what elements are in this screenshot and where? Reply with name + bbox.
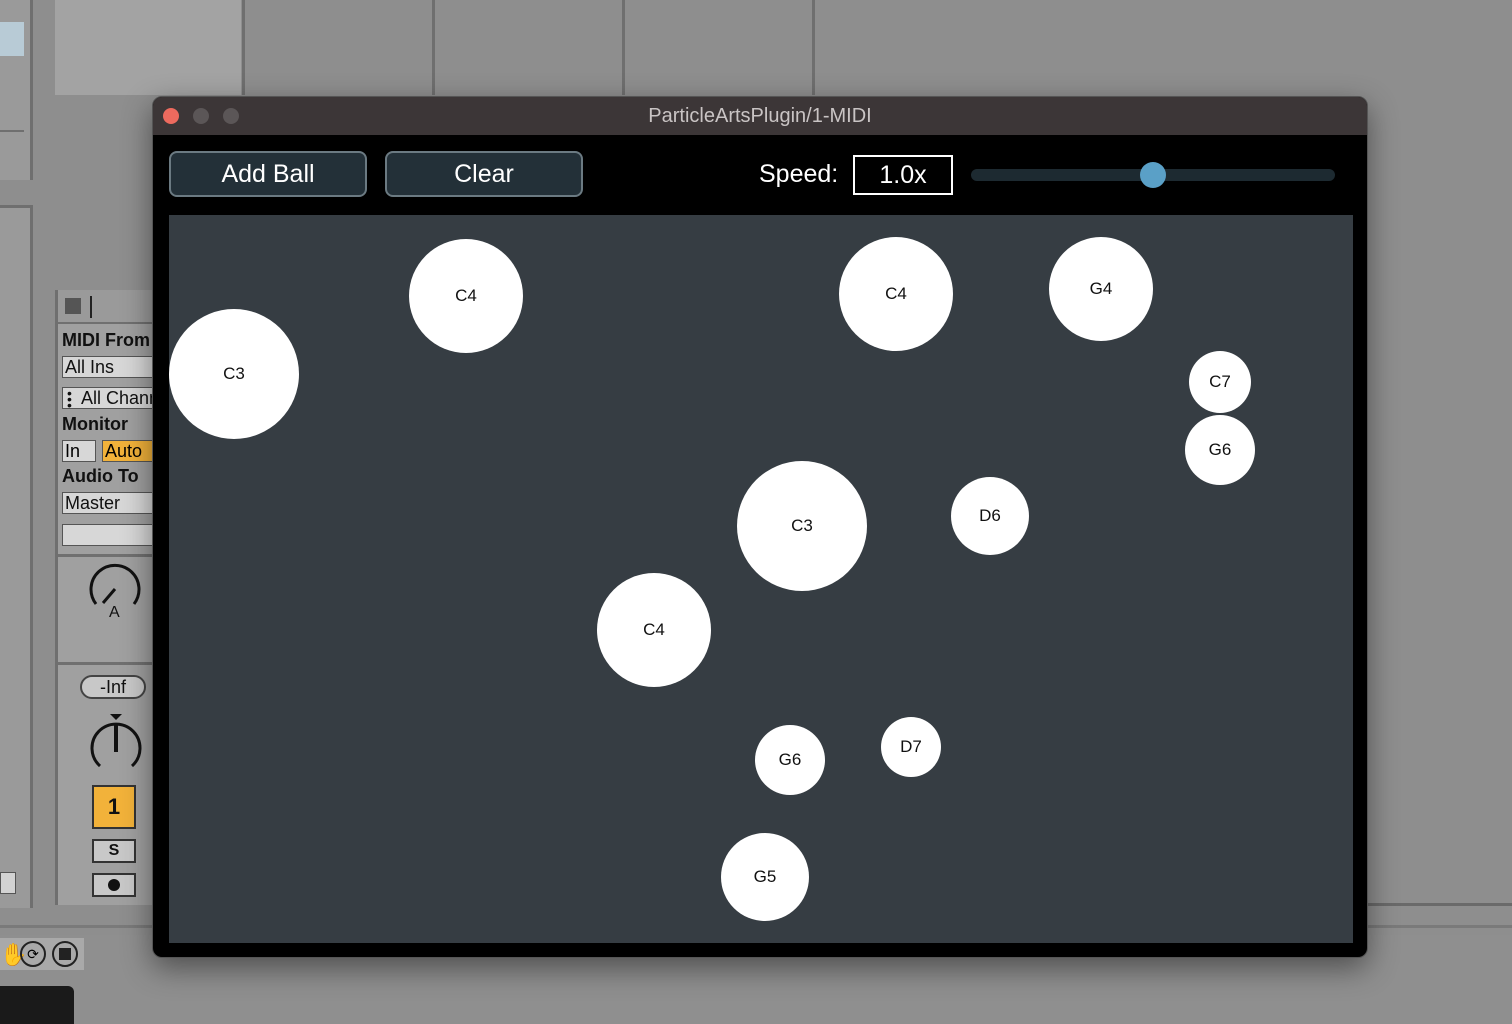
ball-note-label: G5 [753, 867, 777, 886]
divider [58, 554, 154, 557]
ball-note-label: C4 [455, 286, 477, 305]
record-arm-icon [108, 879, 120, 891]
volume-knob-icon[interactable] [86, 712, 146, 776]
ball[interactable]: D7 [881, 717, 941, 777]
audio-to-select[interactable]: Master [62, 492, 154, 514]
volume-readout[interactable]: -Inf [80, 675, 146, 699]
track-header [58, 290, 154, 324]
ball[interactable]: C4 [409, 239, 523, 353]
left-edge-box[interactable] [0, 872, 16, 894]
midi-from-select[interactable]: All Ins [62, 356, 154, 378]
status-icons: ✋ ⟳ [0, 938, 84, 970]
bottom-panel [0, 986, 74, 1024]
window-titlebar[interactable]: ParticleArtsPlugin/1-MIDI [153, 97, 1367, 135]
left-panel-lower [0, 205, 33, 908]
plugin-window: ParticleArtsPlugin/1-MIDI Add Ball Clear… [152, 96, 1368, 958]
left-browser-panel [0, 0, 33, 180]
monitor-label: Monitor [62, 414, 128, 434]
ball[interactable]: D6 [951, 477, 1029, 555]
channel-select[interactable]: All Channels ••• [62, 387, 154, 409]
browser-divider [0, 130, 24, 132]
ball-note-label: C3 [791, 516, 813, 535]
audio-to-channel-select[interactable] [62, 524, 154, 546]
text-cursor [90, 296, 92, 318]
ball-note-label: G6 [778, 750, 802, 769]
monitor-in-button[interactable]: In [62, 440, 96, 462]
add-ball-button[interactable]: Add Ball [169, 151, 367, 197]
ball[interactable]: C3 [169, 309, 299, 439]
audio-to-label: Audio To [62, 466, 139, 486]
ball-note-label: C3 [223, 364, 245, 383]
track-activator-button[interactable]: 1 [92, 785, 136, 829]
midi-from-label: MIDI From [62, 330, 150, 350]
stop-icon[interactable] [65, 298, 81, 314]
ball[interactable]: G6 [1185, 415, 1255, 485]
scene-column[interactable] [625, 0, 815, 95]
channel-select-label: All Channels [81, 388, 153, 408]
ball-note-label: D7 [900, 737, 922, 756]
browser-selected-item[interactable] [0, 22, 24, 56]
track-io-panel: MIDI From All Ins All Channels ••• Monit… [55, 290, 154, 905]
ball-note-label: C7 [1209, 372, 1231, 391]
ball-note-label: C4 [885, 284, 907, 303]
scene-column[interactable] [55, 0, 245, 95]
ball[interactable]: G5 [721, 833, 809, 921]
speed-slider-thumb[interactable] [1140, 162, 1166, 188]
ball[interactable]: G4 [1049, 237, 1153, 341]
ball[interactable]: C3 [737, 461, 867, 591]
ball[interactable]: G6 [755, 725, 825, 795]
divider [58, 662, 154, 665]
ball[interactable]: C4 [839, 237, 953, 351]
ball-note-label: G6 [1208, 440, 1232, 459]
ball-note-label: D6 [979, 506, 1001, 525]
ball-note-label: C4 [643, 620, 665, 639]
ball[interactable]: C7 [1189, 351, 1251, 413]
particle-canvas[interactable]: C4 C4 G4 C3 C7 G6 C3 D6 C4 G6 D7 G5 [169, 215, 1353, 943]
monitor-auto-button[interactable]: Auto [102, 440, 154, 462]
speed-value: 1.0x [853, 155, 953, 195]
window-title: ParticleArtsPlugin/1-MIDI [648, 105, 872, 127]
channel-dots-icon: • • • [67, 387, 72, 409]
sync-icon[interactable]: ⟳ [20, 941, 46, 967]
knob-a-label: A [109, 604, 120, 621]
divider [1360, 903, 1512, 906]
arm-button[interactable] [92, 873, 136, 897]
speed-label: Speed: [759, 160, 839, 188]
scene-column[interactable] [435, 0, 625, 95]
ball-note-label: G4 [1089, 279, 1113, 298]
solo-button[interactable]: S [92, 839, 136, 863]
scene-column[interactable] [245, 0, 435, 95]
save-icon[interactable] [52, 941, 78, 967]
ball[interactable]: C4 [597, 573, 711, 687]
clear-button[interactable]: Clear [385, 151, 583, 197]
